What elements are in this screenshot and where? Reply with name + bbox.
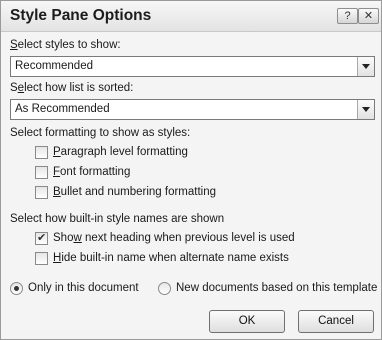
styles-to-show-dropdown[interactable]: Recommended [10, 56, 375, 77]
help-button[interactable]: ? [337, 8, 358, 24]
font-formatting-checkbox[interactable] [35, 166, 48, 179]
styles-to-show-value: Recommended [15, 60, 93, 72]
paragraph-formatting-label: Paragraph level formatting [53, 146, 188, 158]
close-icon: ✕ [363, 10, 374, 22]
ok-button[interactable]: OK [209, 310, 285, 333]
sort-value: As Recommended [15, 103, 110, 115]
hide-builtin-name-label: Hide built-in name when alternate name e… [53, 252, 289, 264]
dialog-title: Style Pane Options [10, 7, 152, 24]
bullet-formatting-checkbox[interactable] [35, 186, 48, 199]
paragraph-formatting-checkbox[interactable] [35, 146, 48, 159]
close-button[interactable]: ✕ [358, 8, 379, 24]
chevron-down-icon[interactable] [357, 100, 374, 119]
show-next-heading-label: Show next heading when previous level is… [53, 232, 295, 244]
sort-dropdown[interactable]: As Recommended [10, 99, 375, 120]
style-pane-options-dialog: Style Pane Options ? ✕ Select styles to … [0, 0, 382, 340]
new-documents-label: New documents based on this template [176, 282, 378, 294]
formatting-heading: Select formatting to show as styles: [10, 127, 191, 139]
styles-to-show-label: Select styles to show: [10, 39, 121, 51]
hide-builtin-name-checkbox[interactable] [35, 252, 48, 265]
font-formatting-label: Font formatting [53, 166, 131, 178]
title-bar: Style Pane Options ? ✕ [1, 1, 381, 32]
chevron-down-icon[interactable] [357, 57, 374, 76]
only-this-document-radio[interactable] [10, 282, 23, 295]
show-next-heading-checkbox[interactable] [35, 231, 48, 245]
cancel-button[interactable]: Cancel [298, 310, 374, 333]
bullet-formatting-label: Bullet and numbering formatting [53, 186, 217, 198]
builtin-heading: Select how built-in style names are show… [10, 213, 225, 225]
only-this-document-label: Only in this document [28, 282, 139, 294]
sort-label: Select how list is sorted: [10, 82, 134, 94]
new-documents-radio[interactable] [158, 282, 171, 295]
